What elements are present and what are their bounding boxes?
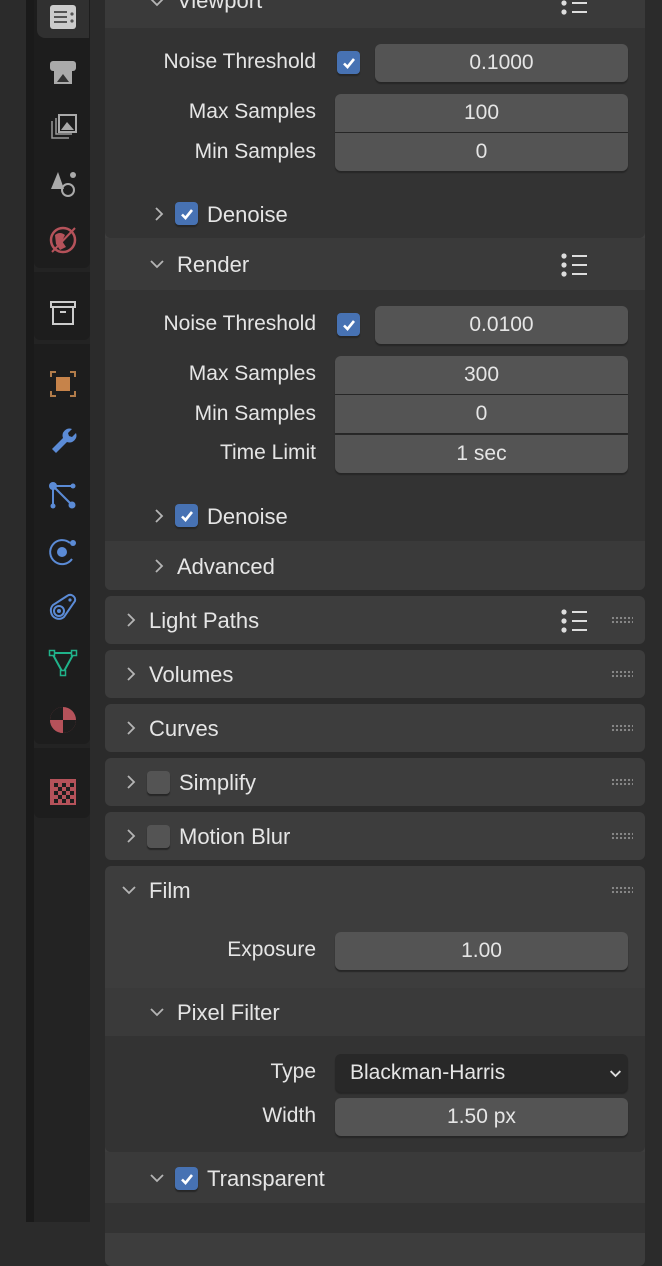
max-samples-field[interactable]: 300 bbox=[335, 356, 628, 394]
tab-render[interactable] bbox=[37, 50, 89, 94]
tab-object[interactable] bbox=[37, 362, 89, 406]
advanced-label: Advanced bbox=[177, 554, 275, 579]
min-samples-field[interactable]: 0 bbox=[335, 133, 628, 171]
max-samples-field[interactable]: 100 bbox=[335, 94, 628, 132]
checkmark-icon bbox=[179, 206, 195, 222]
min-samples-label: Min Samples bbox=[194, 140, 316, 163]
render-title: Render bbox=[177, 252, 250, 277]
texture-icon bbox=[50, 779, 76, 805]
noise-threshold-field[interactable]: 0.0100 bbox=[375, 306, 628, 344]
type-value: Blackman-Harris bbox=[350, 1061, 506, 1084]
tool-icon bbox=[50, 5, 76, 29]
chevron-down-icon[interactable] bbox=[149, 0, 165, 10]
chevron-right-icon[interactable] bbox=[123, 720, 139, 736]
transparent-checkbox[interactable] bbox=[175, 1167, 198, 1190]
drag-handle-icon[interactable] bbox=[611, 886, 633, 894]
motion-blur-title: Motion Blur bbox=[179, 824, 291, 849]
chevron-right-icon[interactable] bbox=[123, 666, 139, 682]
object-data-mesh-icon bbox=[48, 649, 78, 677]
chevron-down-icon[interactable] bbox=[149, 256, 165, 272]
tab-collection[interactable] bbox=[37, 291, 89, 335]
light-paths-title: Light Paths bbox=[149, 608, 260, 633]
curves-title: Curves bbox=[149, 716, 219, 741]
presets-list-icon[interactable] bbox=[560, 252, 588, 278]
noise-threshold-label: Noise Threshold bbox=[163, 312, 316, 335]
width-field[interactable]: 1.50 px bbox=[335, 1098, 628, 1136]
particles-icon bbox=[49, 482, 76, 509]
noise-threshold-checkbox[interactable] bbox=[337, 313, 360, 336]
output-icon bbox=[51, 114, 77, 139]
time-limit-field[interactable]: 1 sec bbox=[335, 435, 628, 473]
tab-object-data[interactable] bbox=[37, 642, 89, 686]
noise-threshold-field[interactable]: 0.1000 bbox=[375, 44, 628, 82]
chevron-down-icon[interactable] bbox=[121, 882, 137, 898]
min-samples-label: Min Samples bbox=[194, 402, 316, 425]
transparent-label: Transparent bbox=[207, 1166, 325, 1191]
checkmark-icon bbox=[341, 317, 357, 333]
motion-blur-checkbox[interactable] bbox=[147, 825, 170, 848]
simplify-checkbox[interactable] bbox=[147, 771, 170, 794]
min-samples-field[interactable]: 0 bbox=[335, 395, 628, 433]
chevron-right-icon[interactable] bbox=[123, 774, 139, 790]
type-label: Type bbox=[270, 1060, 316, 1083]
transparent-body bbox=[105, 1203, 645, 1233]
max-samples-label: Max Samples bbox=[188, 362, 316, 385]
tab-output[interactable] bbox=[37, 105, 89, 149]
tab-modifiers[interactable] bbox=[37, 418, 89, 462]
noise-threshold-label: Noise Threshold bbox=[163, 50, 316, 73]
modifier-wrench-icon bbox=[52, 428, 77, 453]
checkmark-icon bbox=[179, 1171, 195, 1187]
max-samples-label: Max Samples bbox=[188, 100, 316, 123]
denoise-checkbox[interactable] bbox=[175, 504, 198, 527]
denoise-label: Denoise bbox=[207, 504, 288, 529]
chevron-right-icon[interactable] bbox=[151, 206, 167, 222]
volumes-title: Volumes bbox=[149, 662, 234, 687]
chevron-down-icon bbox=[609, 1070, 622, 1078]
drag-handle-icon[interactable] bbox=[611, 670, 633, 678]
time-limit-label: Time Limit bbox=[219, 441, 316, 464]
noise-threshold-checkbox[interactable] bbox=[337, 51, 360, 74]
tab-particles[interactable] bbox=[37, 474, 89, 518]
chevron-down-icon[interactable] bbox=[149, 1004, 165, 1020]
tab-constraints[interactable] bbox=[37, 585, 89, 629]
view-layer-icon bbox=[51, 172, 76, 197]
drag-handle-icon[interactable] bbox=[611, 616, 633, 624]
chevron-down-icon[interactable] bbox=[149, 1170, 165, 1186]
checkmark-icon bbox=[341, 55, 357, 71]
denoise-label: Denoise bbox=[207, 202, 288, 227]
exposure-field[interactable]: 1.00 bbox=[335, 932, 628, 970]
material-icon bbox=[50, 707, 76, 733]
chevron-right-icon[interactable] bbox=[151, 558, 167, 574]
tab-view-layer[interactable] bbox=[37, 162, 89, 206]
tab-world[interactable] bbox=[37, 218, 89, 262]
pixel-filter-title: Pixel Filter bbox=[177, 1000, 280, 1025]
drag-handle-icon[interactable] bbox=[611, 724, 633, 732]
world-icon bbox=[49, 226, 77, 254]
chevron-right-icon[interactable] bbox=[151, 508, 167, 524]
width-label: Width bbox=[262, 1104, 316, 1127]
area-border bbox=[26, 0, 34, 1222]
type-dropdown[interactable]: Blackman-Harris bbox=[335, 1054, 628, 1092]
drag-handle-icon[interactable] bbox=[611, 832, 633, 840]
chevron-right-icon[interactable] bbox=[123, 828, 139, 844]
film-title: Film bbox=[149, 878, 191, 903]
render-icon bbox=[50, 61, 76, 84]
physics-icon bbox=[49, 539, 76, 566]
tab-tool[interactable] bbox=[37, 0, 89, 38]
viewport-title: Viewport bbox=[177, 0, 263, 13]
chevron-right-icon[interactable] bbox=[123, 612, 139, 628]
exposure-label: Exposure bbox=[227, 938, 316, 961]
tab-texture[interactable] bbox=[37, 770, 89, 814]
constraints-icon bbox=[49, 593, 77, 620]
collection-icon bbox=[50, 301, 76, 325]
presets-list-icon[interactable] bbox=[560, 0, 588, 16]
denoise-checkbox[interactable] bbox=[175, 202, 198, 225]
tab-material[interactable] bbox=[37, 698, 89, 742]
simplify-title: Simplify bbox=[179, 770, 257, 795]
object-icon bbox=[50, 371, 76, 397]
checkmark-icon bbox=[179, 508, 195, 524]
tab-physics[interactable] bbox=[37, 530, 89, 574]
presets-list-icon[interactable] bbox=[560, 608, 588, 634]
drag-handle-icon[interactable] bbox=[611, 778, 633, 786]
